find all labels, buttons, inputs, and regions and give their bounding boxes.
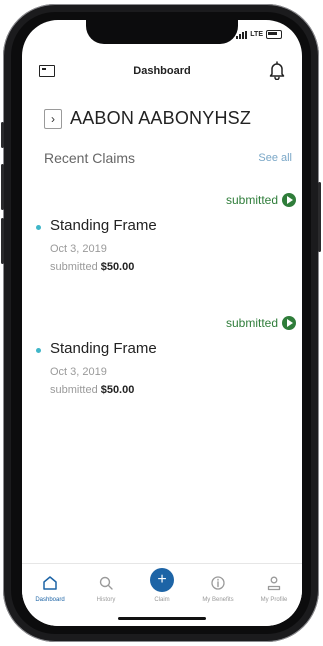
see-all-link[interactable]: See all xyxy=(258,152,292,164)
claim-status-text: submitted xyxy=(225,316,278,330)
tab-history[interactable]: History xyxy=(78,574,134,603)
tab-label: History xyxy=(96,597,116,603)
claim-date: Oct 3, 2019 xyxy=(50,366,107,378)
signal-icon xyxy=(236,30,248,39)
play-circle-icon[interactable] xyxy=(282,316,296,330)
home-indicator[interactable] xyxy=(118,617,206,620)
volume-down-button xyxy=(1,218,4,264)
member-selector[interactable]: › AABON AABONYHSZ xyxy=(44,108,251,129)
tab-claim[interactable]: + Claim xyxy=(134,568,190,603)
notch xyxy=(86,20,238,44)
claim-date: Oct 3, 2019 xyxy=(50,243,107,255)
home-icon xyxy=(43,576,57,590)
claim-card[interactable]: submitted Standing Frame Oct 3, 2019 sub… xyxy=(22,193,302,323)
claim-status-label: submitted xyxy=(50,384,98,396)
play-circle-icon[interactable] xyxy=(282,193,296,207)
chevron-right-icon[interactable]: › xyxy=(44,108,62,129)
claim-title: Standing Frame xyxy=(50,217,157,234)
status-dot xyxy=(36,348,41,353)
claim-amount-line: submitted $50.00 xyxy=(50,384,134,396)
tab-my-profile[interactable]: My Profile xyxy=(246,574,302,603)
tab-label: Claim xyxy=(154,597,170,603)
mute-switch xyxy=(1,122,4,148)
app-header: Dashboard xyxy=(22,58,302,86)
tab-label: My Profile xyxy=(260,597,288,603)
volume-up-button xyxy=(1,164,4,210)
tab-label: My Benefits xyxy=(202,597,234,603)
profile-icon xyxy=(267,576,281,591)
claim-status-tag[interactable]: submitted xyxy=(226,316,296,330)
member-name: AABON AABONYHSZ xyxy=(70,108,252,128)
claim-card[interactable]: submitted Standing Frame Oct 3, 2019 sub… xyxy=(22,316,302,446)
claim-amount-line: submitted $50.00 xyxy=(50,261,134,273)
recent-claims-heading: Recent Claims xyxy=(44,150,136,166)
bell-icon[interactable] xyxy=(268,60,286,80)
claim-status-tag[interactable]: submitted xyxy=(226,193,296,207)
tab-label: Dashboard xyxy=(35,597,65,603)
claim-amount: $50.00 xyxy=(100,261,135,273)
status-dot xyxy=(36,225,41,230)
claim-status-text: submitted xyxy=(225,193,278,207)
info-icon xyxy=(211,576,225,590)
plus-icon[interactable]: + xyxy=(150,568,174,592)
claim-amount: $50.00 xyxy=(100,384,135,396)
status-bar: LTE xyxy=(236,30,282,39)
search-icon xyxy=(99,576,113,590)
power-button xyxy=(318,182,321,252)
app-screen: LTE Dashboard › AABON AABONYHSZ Recent C… xyxy=(22,20,302,626)
claim-status-label: submitted xyxy=(50,261,98,273)
battery-icon xyxy=(266,30,282,39)
tab-my-benefits[interactable]: My Benefits xyxy=(190,574,246,603)
page-title: Dashboard xyxy=(133,65,191,77)
claim-title: Standing Frame xyxy=(50,340,157,357)
tab-dashboard[interactable]: Dashboard xyxy=(22,574,78,603)
network-label: LTE xyxy=(250,31,263,38)
